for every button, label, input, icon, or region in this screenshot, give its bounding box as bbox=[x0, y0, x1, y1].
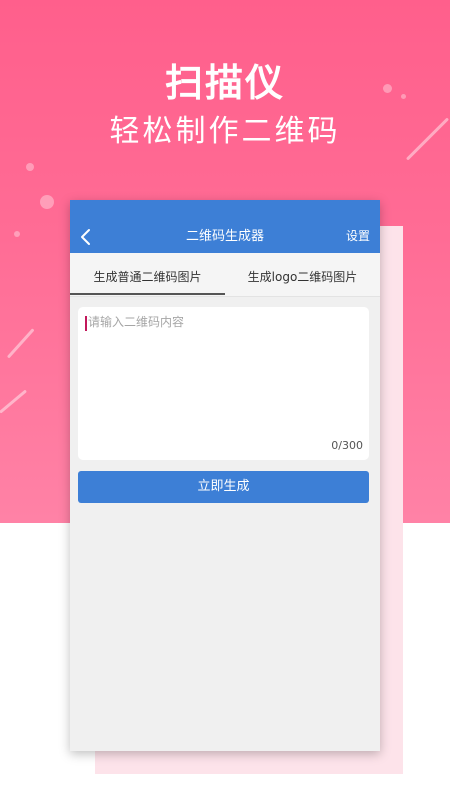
settings-button[interactable]: 设置 bbox=[346, 200, 370, 253]
chevron-left-icon bbox=[81, 228, 90, 245]
tab-normal-qr[interactable]: 生成普通二维码图片 bbox=[70, 253, 225, 295]
generate-button[interactable]: 立即生成 bbox=[78, 471, 369, 503]
app-bar: 二维码生成器 设置 bbox=[70, 200, 380, 253]
decor-dot bbox=[40, 195, 54, 209]
text-caret bbox=[85, 316, 87, 331]
character-counter: 0/300 bbox=[331, 439, 363, 452]
tab-logo-qr[interactable]: 生成logo二维码图片 bbox=[225, 253, 380, 295]
hero-title: 扫描仪 bbox=[164, 61, 285, 105]
back-button[interactable] bbox=[70, 200, 102, 253]
decor-dot bbox=[26, 163, 34, 171]
decor-dot bbox=[14, 231, 20, 237]
input-placeholder: 请输入二维码内容 bbox=[88, 315, 185, 329]
hero-subtitle: 轻松制作二维码 bbox=[109, 114, 341, 149]
phone-screen: 二维码生成器 设置 生成普通二维码图片 生成logo二维码图片 请输入二维码内容… bbox=[70, 200, 380, 751]
tab-bar: 生成普通二维码图片 生成logo二维码图片 bbox=[70, 253, 380, 297]
app-bar-title: 二维码生成器 bbox=[185, 229, 264, 244]
